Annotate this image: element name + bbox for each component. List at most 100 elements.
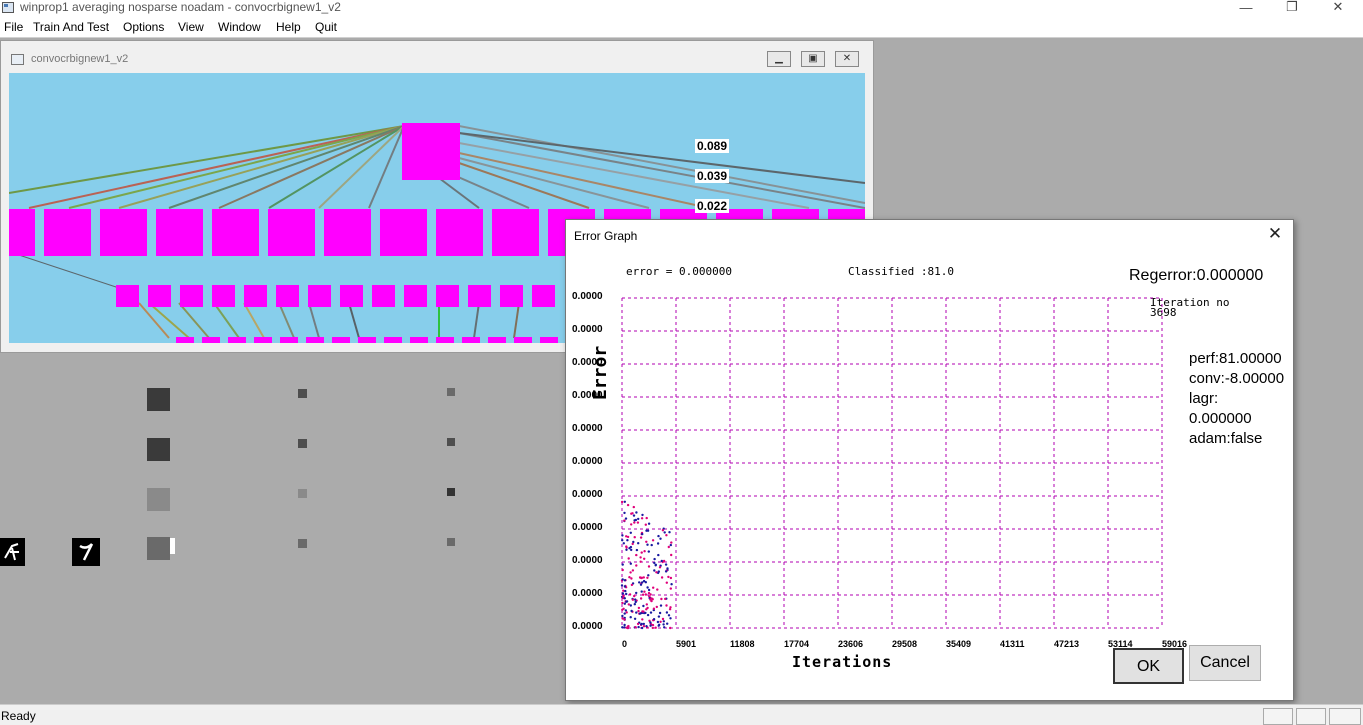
scatter-point <box>635 548 639 552</box>
y-tick-label: 0.0000 <box>572 522 603 533</box>
x-axis-title: Iterations <box>792 653 893 671</box>
error-graph-dialog[interactable]: Error Graph ✕ error = 0.000000 Classifie… <box>565 219 1294 701</box>
feature-cell <box>447 488 455 496</box>
scatter-point <box>625 611 628 614</box>
scatter-point <box>631 569 635 572</box>
scatter-point <box>635 511 638 514</box>
menu-quit[interactable]: Quit <box>315 20 337 34</box>
scatter-point <box>621 539 624 542</box>
scatter-point <box>657 534 660 538</box>
scatter-point <box>647 591 651 595</box>
scatter-point <box>628 547 631 550</box>
scatter-point <box>624 579 627 582</box>
menu-help[interactable]: Help <box>276 20 301 34</box>
scatter-point <box>624 586 628 589</box>
scatter-point <box>651 598 654 601</box>
feature-cell <box>447 388 455 396</box>
scatter-point <box>649 611 653 614</box>
scatter-point <box>641 593 645 596</box>
scatter-point <box>623 597 626 600</box>
hidden2-node <box>148 285 171 307</box>
weight-label: 0.089 <box>695 139 730 153</box>
x-tick-label: 17704 <box>784 639 810 649</box>
scatter-point <box>624 600 628 603</box>
scatter-point <box>670 553 673 557</box>
status-panel <box>1263 708 1293 725</box>
hidden2-node <box>180 285 203 307</box>
restore-icon[interactable]: ❐ <box>1269 0 1315 14</box>
scatter-point <box>626 625 630 628</box>
hidden1-node <box>212 209 259 256</box>
scatter-point <box>630 583 634 587</box>
statusbar: Ready <box>0 704 1363 725</box>
feature-map-image <box>147 438 170 461</box>
scatter-point <box>658 611 662 615</box>
scatter-point <box>625 600 629 603</box>
mdi-close-button[interactable]: ✕ <box>835 51 859 67</box>
scatter-point <box>632 540 635 544</box>
y-tick-label: 0.0000 <box>572 588 603 599</box>
scatter-point <box>623 618 626 621</box>
hidden1-node <box>436 209 483 256</box>
scatter-point <box>642 622 645 626</box>
scatter-point <box>665 534 668 537</box>
menu-file[interactable]: File <box>4 20 23 34</box>
scatter-point <box>662 620 665 623</box>
scatter-point <box>632 514 636 517</box>
x-tick-label: 41311 <box>1000 639 1025 649</box>
x-tick-label: 29508 <box>892 639 918 649</box>
digit-glyph-icon <box>4 543 19 561</box>
scatter-point <box>648 596 652 599</box>
scatter-point <box>645 625 648 628</box>
menu-window[interactable]: Window <box>218 20 261 34</box>
scatter-point <box>665 569 668 572</box>
input-node <box>488 337 506 343</box>
scatter-point <box>659 537 662 540</box>
adam-readout: adam:false <box>1189 430 1263 447</box>
menu-train-and-test[interactable]: Train And Test <box>33 20 109 34</box>
scatter-point <box>641 581 644 584</box>
y-tick-label: 0.0000 <box>572 423 603 434</box>
scatter-point <box>645 516 648 520</box>
hidden1-node <box>380 209 427 256</box>
input-node <box>332 337 350 343</box>
ok-button[interactable]: OK <box>1113 648 1184 684</box>
scatter-point <box>646 543 649 546</box>
scatter-point <box>646 529 650 532</box>
status-panel <box>1296 708 1326 725</box>
menu-view[interactable]: View <box>178 20 204 34</box>
cancel-button[interactable]: Cancel <box>1189 645 1261 681</box>
regerror-readout: Regerror:0.000000 <box>1129 267 1264 284</box>
scatter-point <box>624 584 627 588</box>
scatter-point <box>631 597 634 601</box>
mdi-maximize-button[interactable]: ▣ <box>801 51 825 67</box>
minimize-icon[interactable]: — <box>1223 0 1269 15</box>
hidden1-node <box>268 209 315 256</box>
scatter-point <box>651 539 655 542</box>
feature-cell <box>447 438 455 446</box>
x-tick-label: 5901 <box>676 639 697 649</box>
scatter-point <box>648 619 651 622</box>
menu-options[interactable]: Options <box>123 20 164 34</box>
menubar: File Train And Test Options View Window … <box>0 17 1363 38</box>
scatter-point <box>632 505 635 509</box>
close-icon[interactable]: ✕ <box>1315 0 1361 14</box>
scatter-point <box>631 542 634 546</box>
plot-points <box>620 500 673 630</box>
iteration-value: 3698 <box>1150 306 1177 319</box>
scatter-point <box>626 626 630 630</box>
hidden2-node <box>532 285 555 307</box>
feature-cell <box>298 389 307 398</box>
close-icon[interactable]: ✕ <box>1265 224 1285 244</box>
scatter-point <box>640 531 644 535</box>
mdi-minimize-button[interactable]: ▁ <box>767 51 791 67</box>
hidden1-node <box>100 209 147 256</box>
scatter-point <box>652 607 656 610</box>
scatter-point <box>665 604 668 607</box>
scatter-point <box>669 587 672 590</box>
status-text: Ready <box>1 709 36 723</box>
scatter-point <box>626 626 630 630</box>
scatter-point <box>621 626 624 629</box>
scatter-point <box>630 523 633 526</box>
scatter-point <box>659 604 663 607</box>
